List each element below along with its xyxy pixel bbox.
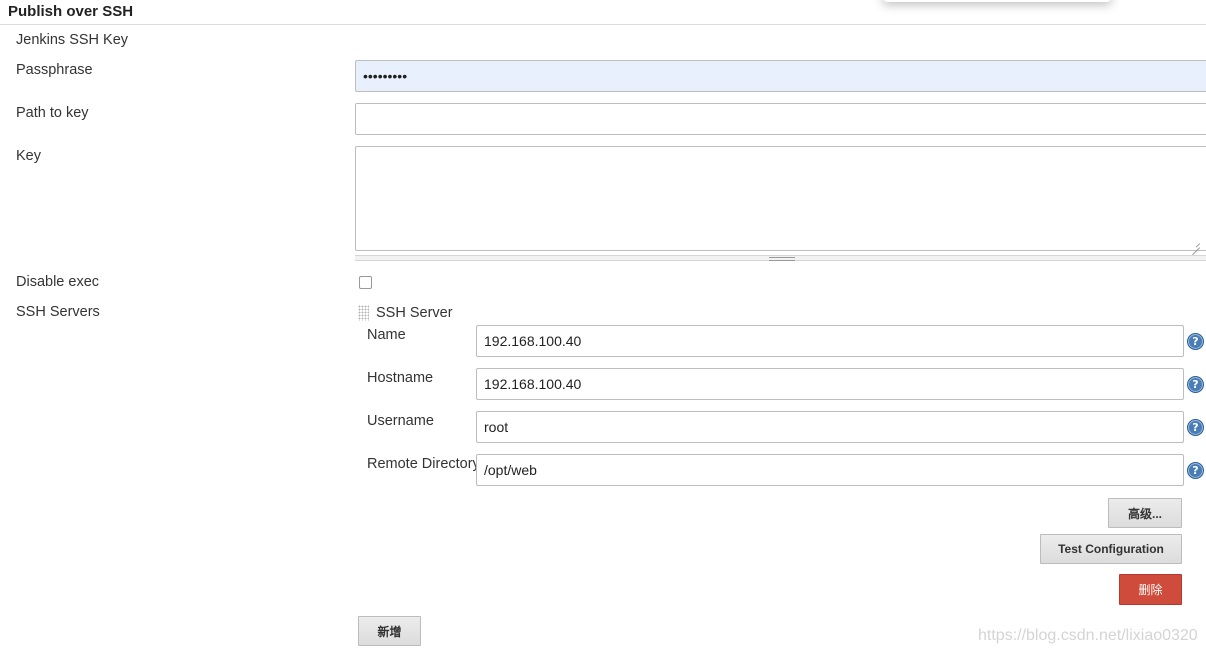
advanced-button[interactable]: 高级... [1108,498,1182,528]
hostname-label: Hostname [367,370,434,386]
jenkins-ssh-key-label: Jenkins SSH Key [16,32,129,48]
server-name-label: Name [367,327,406,343]
disable-exec-label: Disable exec [16,274,100,290]
key-label: Key [16,148,41,164]
username-help-icon[interactable]: ? [1187,419,1204,436]
test-configuration-button[interactable]: Test Configuration [1040,534,1182,564]
remote-directory-label: Remote Directory [367,456,480,472]
passphrase-field[interactable]: ••••••••• [355,60,1206,92]
remote-directory-help-icon[interactable]: ? [1187,462,1204,479]
resize-grip-icon[interactable] [1190,238,1200,248]
username-label: Username [367,413,434,429]
section-divider [0,24,1206,25]
hostname-field[interactable]: 192.168.100.40 [476,368,1184,400]
ssh-server-header: SSH Server [376,305,453,321]
hostname-help-icon[interactable]: ? [1187,376,1204,393]
drag-handle-icon[interactable] [358,305,369,321]
delete-server-button[interactable]: 删除 [1119,574,1182,605]
key-textarea[interactable] [355,146,1206,251]
passphrase-label: Passphrase [16,62,93,78]
dropdown-shadow [882,0,1112,2]
remote-directory-field[interactable]: /opt/web [476,454,1184,486]
server-name-field[interactable]: 192.168.100.40 [476,325,1184,357]
username-field[interactable]: root [476,411,1184,443]
path-to-key-field[interactable] [355,103,1206,135]
section-title: Publish over SSH [8,3,134,20]
textarea-expand-bar[interactable] [355,255,1206,261]
disable-exec-checkbox[interactable] [359,276,372,289]
watermark: https://blog.csdn.net/lixiao0320 [978,627,1198,644]
ssh-servers-label: SSH Servers [16,304,100,320]
add-server-button[interactable]: 新增 [358,616,421,646]
grip-lines-icon [769,257,795,261]
path-to-key-label: Path to key [16,105,89,121]
name-help-icon[interactable]: ? [1187,333,1204,350]
